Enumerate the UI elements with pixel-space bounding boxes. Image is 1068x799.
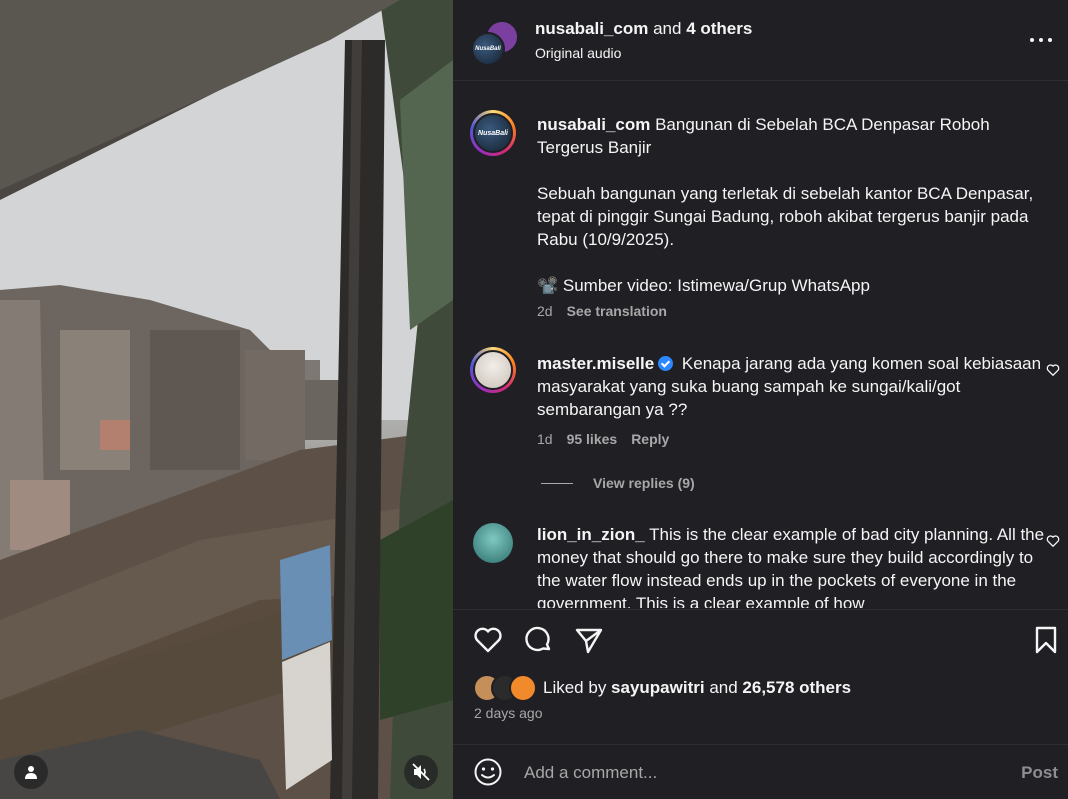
- header-title: nusabali_com and 4 others: [535, 19, 752, 39]
- caption-body: Sebuah bangunan yang terletak di sebelah…: [537, 184, 1034, 249]
- add-comment-bar: Post: [453, 745, 1068, 799]
- reply-button[interactable]: Reply: [631, 431, 669, 447]
- caption-username-link[interactable]: nusabali_com: [537, 115, 650, 134]
- action-bar: [453, 620, 1068, 660]
- comment-time[interactable]: 1d: [537, 431, 553, 447]
- author-username-link[interactable]: nusabali_com: [535, 19, 648, 38]
- muted-speaker-icon: [412, 763, 430, 781]
- caption-text: nusabali_com Bangunan di Sebelah BCA Den…: [537, 113, 1047, 297]
- comment-likes-link[interactable]: 95 likes: [567, 431, 618, 447]
- avatar: NusaBali: [471, 32, 505, 66]
- verified-badge-icon: [658, 356, 674, 371]
- view-replies-button[interactable]: View replies (9): [541, 475, 695, 491]
- comments-list[interactable]: NusaBali nusabali_com Bangunan di Sebela…: [453, 80, 1068, 608]
- user-tag-button[interactable]: [14, 755, 48, 789]
- divider: [453, 609, 1068, 610]
- avatar[interactable]: NusaBali: [470, 110, 516, 156]
- likes-row: Liked by sayupawitri and 26,578 others: [473, 674, 851, 702]
- comment-username-link[interactable]: lion_in_zion_: [537, 525, 645, 544]
- heart-icon[interactable]: [472, 624, 504, 656]
- avatar[interactable]: [470, 520, 516, 566]
- comment-like-heart-icon[interactable]: [1046, 534, 1060, 548]
- post-header: NusaBali nusabali_com and 4 others Origi…: [453, 0, 1068, 80]
- comment-username-link[interactable]: master.miselle: [537, 354, 654, 373]
- user-icon: [25, 766, 37, 779]
- share-icon[interactable]: [573, 624, 605, 656]
- and-text: and: [648, 19, 687, 38]
- mute-toggle-button[interactable]: [404, 755, 438, 789]
- comment-icon[interactable]: [523, 624, 555, 656]
- liked-by-user-link[interactable]: sayupawitri: [611, 678, 705, 697]
- bookmark-icon[interactable]: [1030, 624, 1062, 656]
- post-comment-button[interactable]: Post: [1021, 763, 1058, 783]
- others-link[interactable]: 4 others: [686, 19, 752, 38]
- liked-by-text: Liked by sayupawitri and 26,578 others: [543, 678, 851, 698]
- emoji-icon[interactable]: [473, 757, 503, 787]
- avatar-logo-text: NusaBali: [475, 46, 501, 52]
- collab-avatars[interactable]: NusaBali: [471, 20, 519, 66]
- comment-like-heart-icon[interactable]: [1046, 363, 1060, 377]
- post-video[interactable]: [0, 0, 453, 799]
- replies-line: [541, 482, 573, 484]
- comment-text: master.miselle Kenapa jarang ada yang ko…: [537, 352, 1047, 421]
- comment-text: lion_in_zion_ This is the clear example …: [537, 523, 1047, 608]
- more-options-icon[interactable]: [1030, 30, 1052, 50]
- caption-meta: 2d See translation: [537, 303, 667, 319]
- comment-meta: 1d 95 likes Reply: [537, 431, 669, 447]
- audio-link[interactable]: Original audio: [535, 45, 752, 61]
- avatar[interactable]: [509, 674, 537, 702]
- video-frame: [0, 0, 453, 799]
- avatar[interactable]: [470, 347, 516, 393]
- post-timestamp[interactable]: 2 days ago: [474, 705, 543, 721]
- see-translation-button[interactable]: See translation: [567, 303, 667, 319]
- post-side-panel: NusaBali nusabali_com and 4 others Origi…: [453, 0, 1068, 799]
- caption-source: 📽️ Sumber video: Istimewa/Grup WhatsApp: [537, 276, 870, 295]
- liked-by-and: and: [704, 678, 743, 697]
- likes-count-link[interactable]: 26,578 others: [742, 678, 851, 697]
- avatar-logo-text: NusaBali: [478, 129, 508, 137]
- liked-by-prefix: Liked by: [543, 678, 612, 697]
- caption-time[interactable]: 2d: [537, 303, 553, 319]
- header-names: nusabali_com and 4 others Original audio: [535, 19, 752, 61]
- view-replies-label: View replies (9): [593, 475, 695, 491]
- comment-input[interactable]: [524, 761, 994, 785]
